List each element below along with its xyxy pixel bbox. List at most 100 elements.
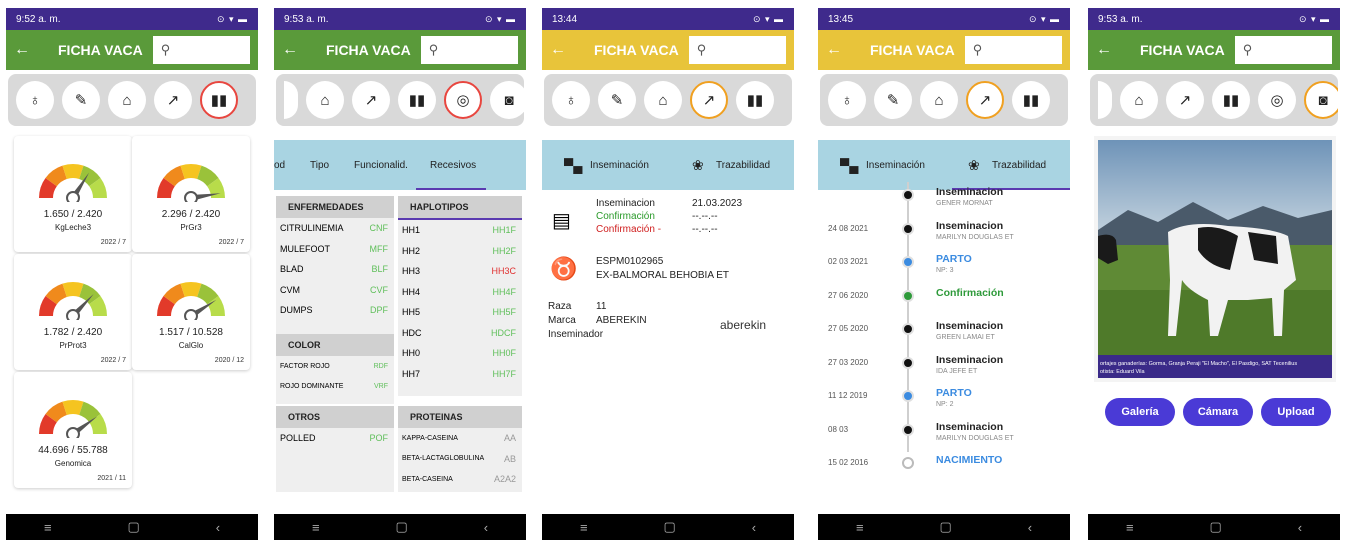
nav-back-icon[interactable]: ‹ — [1298, 520, 1302, 535]
camera-icon[interactable]: ◙ — [1304, 81, 1338, 119]
camera-icon[interactable]: ◙ — [490, 81, 524, 119]
syringe-icon[interactable]: ↗ — [966, 81, 1004, 119]
tab-inseminacion[interactable]: Inseminación — [590, 160, 649, 171]
gauge-card[interactable]: 1.517 / 10.528 CalGlo 2020 / 12 — [132, 254, 250, 370]
camara-button[interactable]: Cámara — [1183, 398, 1253, 426]
bar-chart-icon[interactable]: ▮▮ — [736, 81, 774, 119]
fingerprint-icon[interactable]: ◎ — [1258, 81, 1296, 119]
gene-name: BETA-CASEINA — [402, 475, 453, 483]
search-input[interactable]: ⚲ — [1234, 36, 1332, 64]
document-edit-icon[interactable]: ✎ — [598, 81, 636, 119]
gauge-card[interactable]: 1.782 / 2.420 PrProt3 2022 / 7 — [14, 254, 132, 370]
cow-icon: ▀▄ — [840, 157, 859, 173]
timeline-dot — [902, 289, 914, 302]
home-icon[interactable]: ▢ — [939, 519, 951, 535]
tab-trazabilidad[interactable]: Trazabilidad — [992, 160, 1046, 171]
timeline-date: 08 03 — [828, 424, 849, 434]
syringe-icon[interactable]: ↗ — [1166, 81, 1204, 119]
search-input[interactable]: ⚲ — [964, 36, 1062, 64]
document-edit-icon[interactable]: ✎ — [874, 81, 912, 119]
bar-chart-icon[interactable]: ▮▮ — [1212, 81, 1250, 119]
tab-bar: ▀▄ Inseminación ❀ Trazabilidad — [542, 140, 794, 190]
gauge-card[interactable]: 1.650 / 2.420 KgLeche3 2022 / 7 — [14, 136, 132, 252]
document-edit-icon[interactable]: ✎ — [62, 81, 100, 119]
search-input[interactable]: ⚲ — [688, 36, 786, 64]
timeline-dot — [902, 390, 914, 402]
timeline-title: PARTO — [936, 387, 972, 399]
confirmacion-pos-date: --.--.-- — [692, 211, 718, 222]
tab-tipo[interactable]: Tipo — [310, 160, 329, 171]
gene-name: BETA-LACTAGLOBULINA — [402, 455, 485, 463]
gene-name: CVM — [280, 284, 300, 295]
nav-back-icon[interactable]: ‹ — [484, 520, 488, 535]
search-icon: ⚲ — [972, 42, 983, 57]
tab-trazabilidad[interactable]: Trazabilidad — [716, 160, 770, 171]
back-arrow-icon[interactable]: ← — [282, 41, 310, 59]
menu-icon[interactable]: ≡ — [1126, 520, 1134, 535]
search-input[interactable]: ⚲ — [420, 36, 518, 64]
home-icon[interactable]: ▢ — [1209, 519, 1221, 535]
haplotipos-list: HH1 HH1F HH2 HH2F HH3 HH3C HH4 HH4F HH5 HH5F HDC HD… — [398, 220, 522, 384]
nav-back-icon[interactable]: ‹ — [1028, 520, 1032, 535]
home-icon[interactable]: ▢ — [663, 519, 675, 535]
tag-icon[interactable]: ⌂ — [108, 81, 146, 119]
medal-icon[interactable]: ♁ — [16, 81, 54, 119]
gene-row: BLAD BLF — [276, 259, 394, 280]
back-arrow-icon[interactable]: ← — [1096, 41, 1124, 59]
inseminacion-label: Inseminacion — [596, 198, 655, 209]
home-icon[interactable]: ▢ — [127, 519, 139, 535]
tab-inseminacion[interactable]: Inseminación — [866, 160, 925, 171]
gene-name: HH4 — [402, 286, 421, 297]
menu-icon[interactable]: ≡ — [856, 520, 864, 535]
gene-name: BLAD — [280, 264, 304, 275]
syringe-icon[interactable]: ↗ — [690, 81, 728, 119]
syringe-icon[interactable]: ↗ — [154, 81, 192, 119]
tab-od[interactable]: od — [274, 160, 285, 171]
gene-code: HH7F — [492, 368, 516, 379]
system-nav-bar: ≡ ▢ ‹ — [818, 514, 1070, 540]
timeline-subtitle: IDA JEFE ET — [936, 367, 978, 375]
bull-code: ESPM0102965 — [596, 256, 664, 267]
screen-photo: 9:53 a. m. ⊙ ▾ ▬ ← FICHA VACA ⚲ ⌂ ↗ ▮▮ ◎… — [1088, 8, 1340, 540]
tag-icon[interactable]: ⌂ — [644, 81, 682, 119]
upload-button[interactable]: Upload — [1261, 398, 1331, 426]
menu-icon[interactable]: ≡ — [312, 520, 320, 535]
medal-icon[interactable]: ♁ — [552, 81, 590, 119]
fingerprint-icon[interactable]: ◎ — [444, 81, 482, 119]
tag-icon[interactable]: ⌂ — [306, 81, 344, 119]
tab-funcionalidad[interactable]: Funcionalid. — [354, 160, 408, 171]
back-arrow-icon[interactable]: ← — [14, 41, 42, 59]
timeline-date: 11 12 2019 — [828, 391, 868, 400]
bar-chart-icon[interactable]: ▮▮ — [200, 81, 238, 119]
status-bar: 13:44 ⊙ ▾ ▬ — [542, 8, 794, 30]
bar-chart-icon[interactable]: ▮▮ — [1012, 81, 1050, 119]
timeline-title: Inseminacion — [936, 420, 1004, 433]
nav-back-icon[interactable]: ‹ — [752, 520, 756, 535]
timeline-dot — [902, 323, 914, 335]
tab-recesivos[interactable]: Recesivos — [430, 160, 476, 171]
gauge-card[interactable]: 44.696 / 55.788 Genomica 2021 / 11 — [14, 372, 132, 488]
gauge-date: 2022 / 7 — [218, 239, 244, 246]
medal-icon[interactable]: ♁ — [828, 81, 866, 119]
tag-icon[interactable]: ⌂ — [1120, 81, 1158, 119]
gene-row: POLLED POF — [276, 428, 394, 449]
partial-icon — [284, 81, 298, 119]
home-icon[interactable]: ▢ — [395, 519, 407, 535]
back-arrow-icon[interactable]: ← — [826, 41, 854, 59]
menu-icon[interactable]: ≡ — [44, 520, 52, 535]
timeline-title: Confirmación — [936, 286, 1004, 299]
nav-back-icon[interactable]: ‹ — [216, 520, 220, 535]
galeria-button[interactable]: Galería — [1105, 398, 1175, 426]
gene-row: HH1 HH1F — [398, 220, 522, 241]
back-arrow-icon[interactable]: ← — [550, 41, 578, 59]
gene-name: HH0 — [402, 348, 421, 359]
search-input[interactable]: ⚲ — [152, 36, 250, 64]
timeline-subtitle: NP: 3 — [936, 267, 954, 274]
syringe-icon[interactable]: ↗ — [352, 81, 390, 119]
screen-gauges: 9:52 a. m. ⊙ ▾ ▬ ← FICHA VACA ⚲ ♁ ✎ ⌂ ↗ … — [6, 8, 258, 540]
bar-chart-icon[interactable]: ▮▮ — [398, 81, 436, 119]
menu-icon[interactable]: ≡ — [580, 520, 588, 535]
gauge-card[interactable]: 2.296 / 2.420 PrGr3 2022 / 7 — [132, 136, 250, 252]
enfermedades-panel: ENFERMEDADES CITRULINEMIA CNF MULEFOOT MFF B… — [276, 196, 394, 336]
tag-icon[interactable]: ⌂ — [920, 81, 958, 119]
